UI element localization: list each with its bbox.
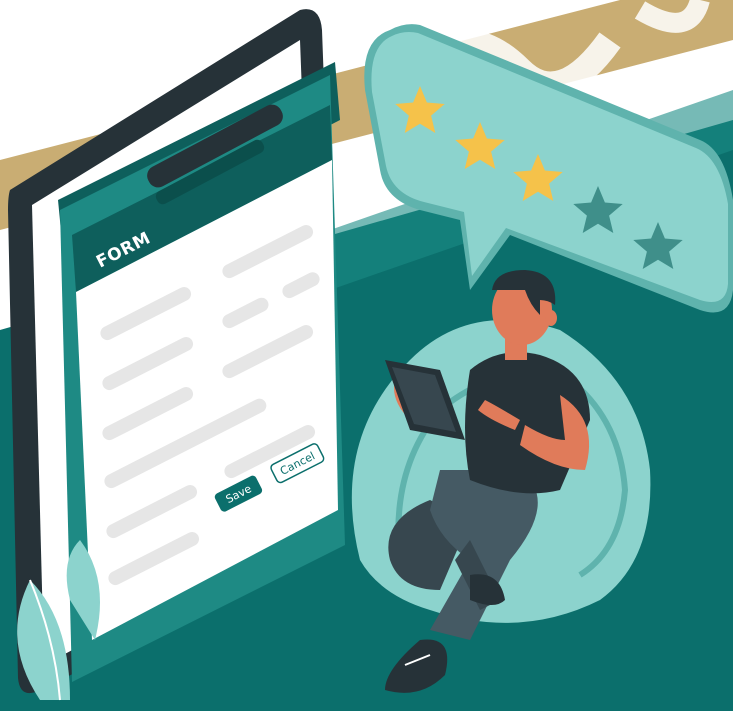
illustration: FORM Save Cancel [0,0,733,711]
